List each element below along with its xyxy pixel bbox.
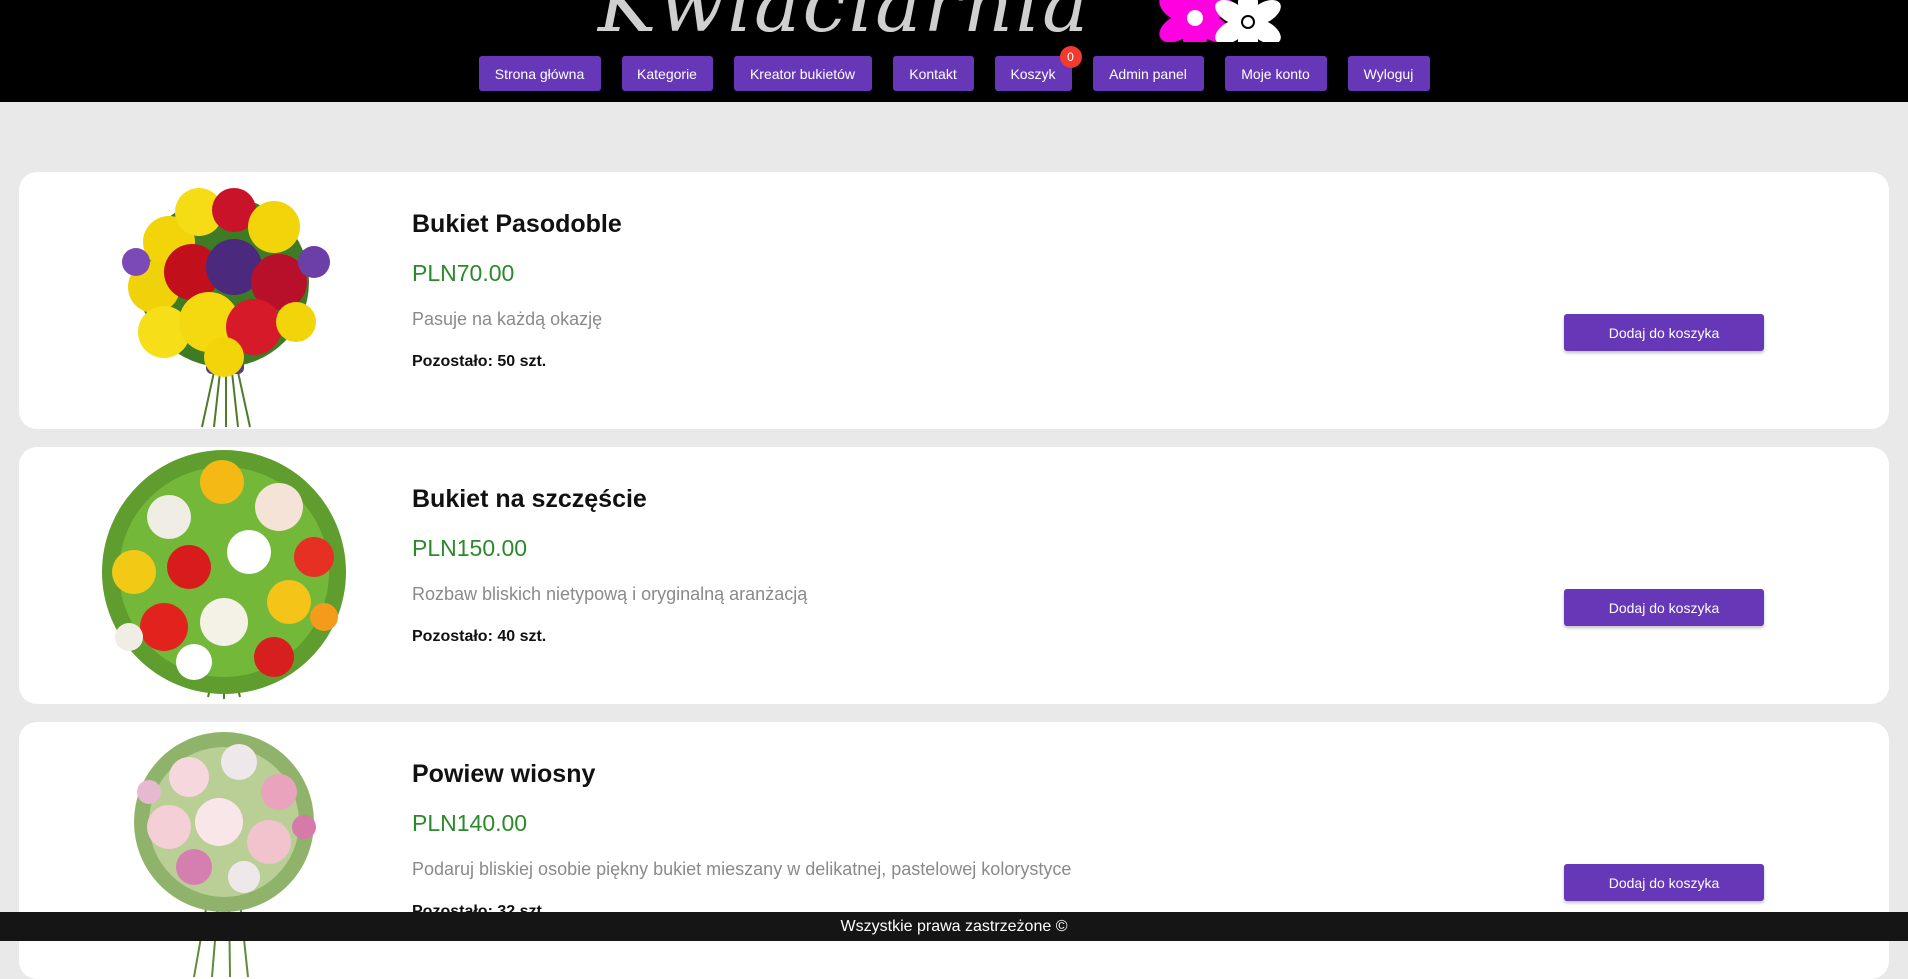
product-price: PLN140.00 <box>412 810 528 836</box>
add-to-cart-button[interactable]: Dodaj do koszyka <box>1564 314 1764 351</box>
nav-contact-button[interactable]: Kontakt <box>892 56 974 91</box>
site-header: Kwiaciarnia Strona główna Kategorie Krea… <box>0 0 1908 102</box>
product-stock: Pozostało: 40 szt. <box>412 628 547 645</box>
product-description: Rozbaw bliskich nietypową i oryginalną a… <box>412 584 808 604</box>
bouquet-yellow-red-image[interactable] <box>74 172 374 429</box>
footer-copyright: Wszystkie prawa zastrzeżone © <box>840 917 1068 935</box>
nav-categories-button[interactable]: Kategorie <box>621 56 713 91</box>
product-stock: Pozostało: 50 szt. <box>412 353 547 370</box>
product-name[interactable]: Bukiet Pasodoble <box>412 210 622 239</box>
product-name[interactable]: Powiew wiosny <box>412 760 595 789</box>
site-footer: Wszystkie prawa zastrzeżone © <box>0 912 1908 941</box>
add-to-cart-button[interactable]: Dodaj do koszyka <box>1564 864 1764 901</box>
product-card: Bukiet na szczęście PLN150.00 Rozbaw bli… <box>19 447 1889 704</box>
logo-text[interactable]: Kwiaciarnia <box>598 0 1091 50</box>
add-to-cart-button[interactable]: Dodaj do koszyka <box>1564 589 1764 626</box>
nav-logout-button[interactable]: Wyloguj <box>1347 56 1430 91</box>
nav-home-button[interactable]: Strona główna <box>478 56 601 91</box>
nav-admin-panel-button[interactable]: Admin panel <box>1092 56 1204 91</box>
nav-cart-label: Koszyk <box>1010 65 1056 82</box>
flower-logo-icon <box>1159 0 1281 42</box>
product-price: PLN150.00 <box>412 535 528 561</box>
bouquet-gerbera-image[interactable] <box>74 447 374 704</box>
nav-cart-button[interactable]: Koszyk 0 <box>994 46 1082 91</box>
product-description: Podaruj bliskiej osobie piękny bukiet mi… <box>412 859 1072 879</box>
nav-my-account-button[interactable]: Moje konto <box>1224 56 1327 91</box>
main-nav: Strona główna Kategorie Kreator bukietów… <box>0 46 1908 91</box>
cart-count-badge: 0 <box>1059 46 1082 68</box>
product-price: PLN70.00 <box>412 260 515 286</box>
product-name[interactable]: Bukiet na szczęście <box>412 485 647 514</box>
product-card: Bukiet Pasodoble PLN70.00 Pasuje na każd… <box>19 172 1889 429</box>
nav-bouquet-creator-button[interactable]: Kreator bukietów <box>733 56 872 91</box>
product-description: Pasuje na każdą okazję <box>412 309 603 329</box>
